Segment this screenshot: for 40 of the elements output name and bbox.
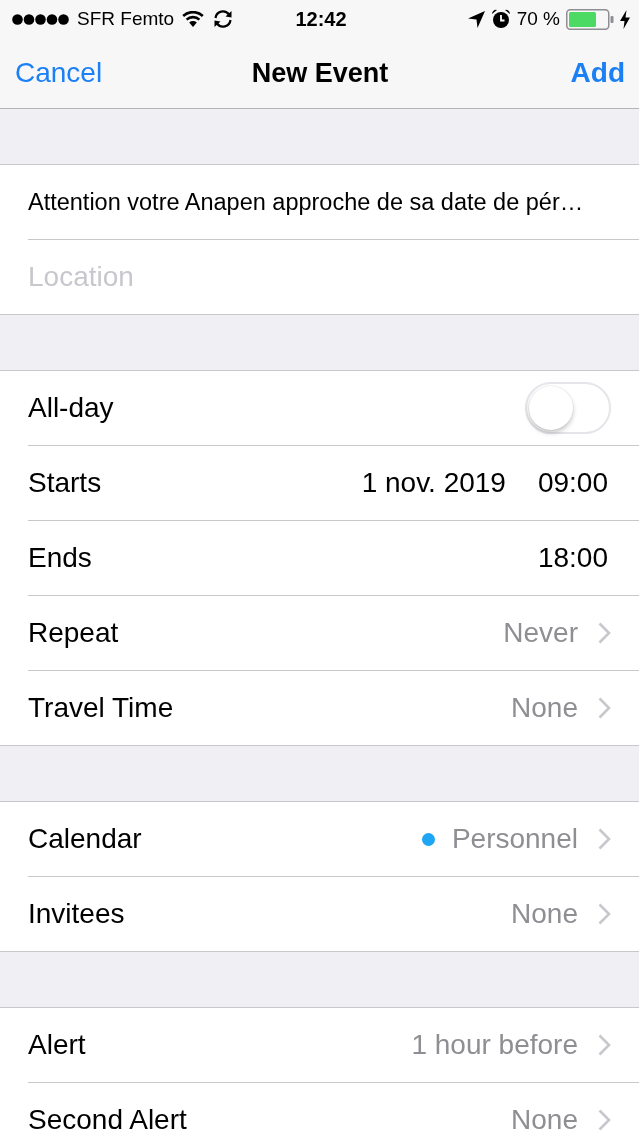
sync-icon: [212, 9, 235, 29]
cancel-button[interactable]: Cancel: [15, 57, 103, 89]
row-label: All-day: [28, 392, 114, 424]
charging-bolt-icon: [620, 9, 630, 29]
time-value[interactable]: 18:00: [537, 542, 608, 574]
chevron-right-icon: [598, 1034, 611, 1056]
chevron-right-icon: [598, 697, 611, 719]
row-value: 1 hour before: [411, 1029, 578, 1061]
row-label: Travel Time: [28, 692, 174, 724]
status-time: 12:42: [295, 7, 347, 31]
row-label: Calendar: [28, 823, 142, 855]
date-value[interactable]: 1 nov. 2019: [361, 467, 506, 499]
location-arrow-icon: [467, 10, 485, 28]
wifi-icon: [182, 11, 205, 27]
toggle-switch[interactable]: [525, 382, 611, 434]
battery-icon: [566, 8, 614, 30]
row-value: None: [511, 692, 578, 724]
row-label: Starts: [28, 467, 102, 499]
row-value: Never: [503, 617, 578, 649]
row-value: None: [511, 898, 578, 930]
chevron-right-icon: [598, 828, 611, 850]
chevron-right-icon: [598, 1109, 611, 1131]
alarm-clock-icon: [490, 9, 511, 29]
time-value[interactable]: 09:00: [537, 467, 608, 499]
battery-percentage: 70 %: [516, 8, 560, 30]
row-value: Personnel: [451, 823, 578, 855]
row-label: Invitees: [28, 898, 125, 930]
row-label: Second Alert: [28, 1104, 187, 1136]
input-field[interactable]: Attention votre Anapen approche de sa date de pér…: [0, 164, 639, 240]
chevron-right-icon: [598, 622, 611, 644]
input-field[interactable]: Location: [0, 240, 639, 315]
row-value: None: [511, 1104, 578, 1136]
add-button[interactable]: Add: [570, 57, 625, 89]
screen-title: New Event: [251, 57, 389, 89]
chevron-right-icon: [598, 903, 611, 925]
row-label: Ends: [28, 542, 92, 574]
carrier-name: SFR Femto: [77, 8, 175, 30]
row-label: Repeat: [28, 617, 119, 649]
signal-icon: [12, 13, 69, 25]
row-label: Alert: [28, 1029, 86, 1061]
